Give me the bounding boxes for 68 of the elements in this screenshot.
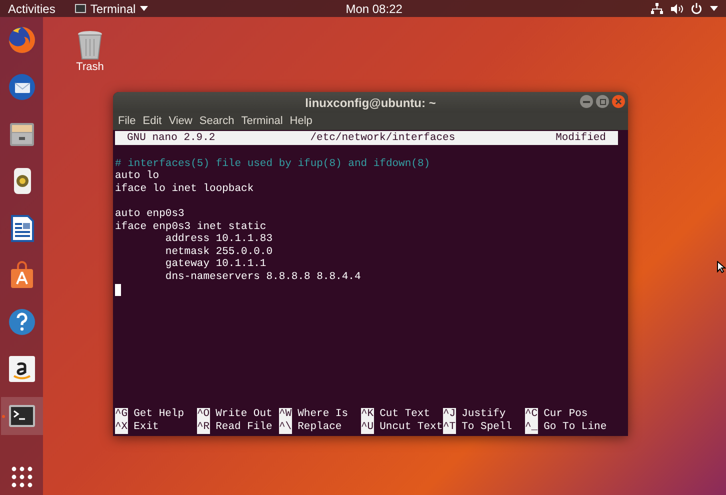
- maximize-button[interactable]: [596, 95, 609, 108]
- shortcut-key: ^G: [115, 408, 128, 421]
- shortcut-label: Write Out: [216, 408, 272, 421]
- shortcut-key: ^_: [525, 421, 538, 434]
- volume-icon[interactable]: [671, 4, 683, 14]
- code-comment: # interfaces(5) file used by ifup(8) and ifdown(8): [115, 158, 432, 170]
- desktop-icon-label[interactable]: Trash: [76, 60, 104, 74]
- clock[interactable]: Mon 08:22: [346, 0, 402, 18]
- nano-version: GNU nano 2.9.2: [127, 132, 216, 144]
- shortcut-label: Where Is: [298, 408, 348, 421]
- dock-item[interactable]: [0, 397, 42, 435]
- app-grid-icon[interactable]: [10, 466, 32, 488]
- shortcut-key: ^U: [361, 421, 374, 434]
- menu-item[interactable]: Terminal: [241, 113, 283, 130]
- maximize-icon: [600, 98, 606, 104]
- activities-button[interactable]: Activities: [8, 0, 56, 18]
- shortcut-key: ^T: [443, 421, 456, 434]
- shortcut-key: ^C: [525, 408, 538, 421]
- shortcut-key: ^K: [361, 408, 374, 421]
- code-line: auto lo: [115, 170, 160, 183]
- network-icon[interactable]: [651, 3, 663, 14]
- shortcut-label: Replace: [298, 421, 342, 434]
- minimize-button[interactable]: [580, 95, 593, 108]
- power-icon[interactable]: [691, 3, 702, 14]
- shortcut-label: Get Help: [134, 408, 184, 421]
- shortcut-key: ^O: [197, 408, 210, 421]
- shortcut-label: Uncut Text: [380, 421, 443, 434]
- shortcut-key: ^R: [197, 421, 210, 434]
- menu-item[interactable]: Search: [199, 113, 234, 130]
- minimize-icon: [583, 100, 590, 102]
- help-icon: [6, 307, 36, 337]
- code-line: auto enp0s3: [115, 208, 186, 221]
- code-line: iface enp0s3 inet static: [115, 220, 268, 233]
- shortcut-key: ^X: [115, 421, 128, 434]
- code-line: dns-nameservers 8.8.8.8 8.8.4.4: [164, 270, 362, 284]
- amazon-icon: [6, 354, 36, 384]
- menu-item[interactable]: View: [168, 113, 192, 130]
- terminal-icon: [75, 4, 86, 13]
- shortcut-label: Cur Pos: [544, 408, 588, 421]
- shortcut-label: Read File: [216, 421, 272, 434]
- shortcut-label: Exit: [134, 421, 159, 434]
- code-line: address 10.1.1.83: [164, 233, 274, 246]
- close-button[interactable]: [612, 95, 625, 108]
- shortcut-key: ^W: [279, 408, 292, 421]
- caret-icon: [140, 6, 148, 11]
- menu-item[interactable]: File: [118, 113, 136, 130]
- caret-icon[interactable]: [710, 6, 718, 11]
- code-line: netmask 255.0.0.0: [164, 246, 274, 258]
- close-icon: [615, 98, 622, 105]
- code-line: gateway 10.1.1.1: [164, 258, 268, 271]
- code-line: iface lo inet loopback: [115, 182, 255, 196]
- shortcut-label: Cut Text: [380, 408, 430, 421]
- shortcut-label: Go To Line: [544, 421, 607, 434]
- file-path: /etc/network/interfaces: [310, 132, 456, 144]
- menu-item[interactable]: Edit: [142, 113, 162, 130]
- shortcut-key: ^\: [279, 421, 292, 434]
- app-menu[interactable]: Terminal: [90, 0, 136, 18]
- shortcut-label: To Spell: [462, 421, 512, 434]
- menu-item[interactable]: Help: [290, 113, 312, 130]
- mouse-pointer-icon: [717, 261, 726, 273]
- mail-bird-icon: [6, 72, 36, 102]
- firefox-icon: [6, 25, 36, 55]
- shortcut-label: Justify: [462, 408, 506, 421]
- shortcut-key: ^J: [443, 408, 456, 421]
- text-cursor: [115, 284, 121, 296]
- window-title: linuxconfig@ubuntu: ~: [305, 94, 436, 112]
- file-status: Modified: [556, 132, 606, 144]
- trash-icon[interactable]: [76, 30, 104, 60]
